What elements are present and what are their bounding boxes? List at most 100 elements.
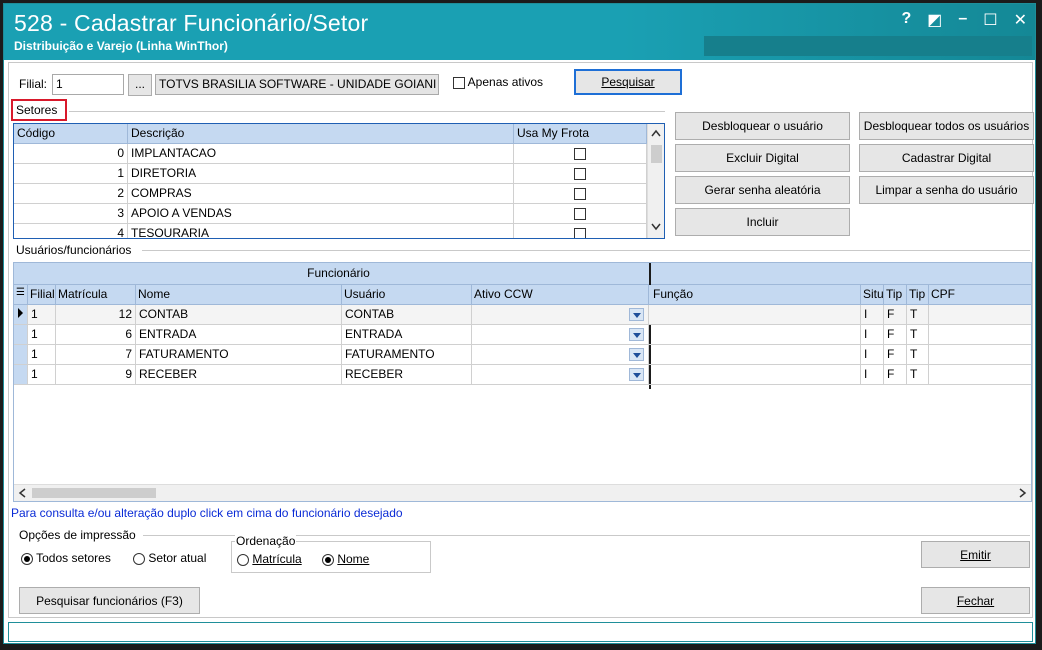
order-nome-radio[interactable] [322, 553, 334, 566]
dropdown-arrow-icon[interactable] [629, 308, 644, 321]
cell-filial: 1 [28, 325, 56, 344]
cell-cpf [929, 325, 1031, 344]
generate-random-password-button[interactable]: Gerar senha aleatória [675, 176, 850, 204]
order-nome-option[interactable]: Nome [322, 552, 369, 566]
cell-funcao [651, 365, 861, 384]
table-row[interactable]: 3 APOIO A VENDAS [14, 204, 647, 224]
table-row[interactable]: 4 TESOURARIA [14, 224, 647, 238]
table-row[interactable]: 1 7 FATURAMENTO FATURAMENTO I F T [14, 345, 1031, 365]
table-row[interactable]: 1 6 ENTRADA ENTRADA I F T [14, 325, 1031, 345]
cell-situ: I [861, 365, 884, 384]
main-window: 528 - Cadastrar Funcionário/Setor Distri… [3, 3, 1036, 644]
col-usuario[interactable]: Usuário [342, 285, 472, 304]
users-group-line [142, 250, 1030, 251]
cell-funcao [651, 345, 861, 364]
usa-my-frota-checkbox[interactable] [574, 187, 586, 200]
delete-fingerprint-button[interactable]: Excluir Digital [675, 144, 850, 172]
filial-lookup-button[interactable]: ... [128, 74, 152, 96]
filial-input[interactable]: 1 [52, 74, 124, 95]
cell-ativo-ccw[interactable] [472, 365, 649, 384]
column-chooser-icon[interactable]: ☰ [14, 285, 28, 304]
col-descricao[interactable]: Descrição [128, 124, 514, 143]
col-filial[interactable]: Filial [28, 285, 56, 304]
dropdown-arrow-icon[interactable] [629, 328, 644, 341]
col-cpf[interactable]: CPF [929, 285, 1031, 304]
setores-grid[interactable]: Código Descrição Usa My Frota 0 IMPLANTA… [13, 123, 665, 239]
cell-usa-my-frota [514, 204, 647, 223]
cell-descricao: COMPRAS [128, 184, 514, 203]
cell-descricao: IMPLANTACAO [128, 144, 514, 163]
cell-tip-1: F [884, 365, 907, 384]
unlock-user-button[interactable]: Desbloquear o usuário [675, 112, 850, 140]
cell-funcao [651, 325, 861, 344]
cell-usa-my-frota [514, 184, 647, 203]
users-grid[interactable]: Funcionário ☰ Filial Matrícula Nome Usuá… [13, 262, 1032, 502]
cell-nome: CONTAB [136, 305, 342, 324]
dropdown-arrow-icon[interactable] [629, 368, 644, 381]
col-codigo[interactable]: Código [14, 124, 128, 143]
cell-tip-2: T [907, 325, 929, 344]
only-active-option[interactable]: Apenas ativos [453, 75, 543, 89]
register-fingerprint-button[interactable]: Cadastrar Digital [859, 144, 1034, 172]
col-situ[interactable]: Situ [861, 285, 884, 304]
current-sector-option[interactable]: Setor atual [133, 551, 206, 565]
usa-my-frota-checkbox[interactable] [574, 227, 586, 238]
cell-cpf [929, 305, 1031, 324]
all-sectors-radio[interactable] [21, 552, 33, 565]
emit-button[interactable]: Emitir [921, 541, 1030, 568]
col-matricula[interactable]: Matrícula [56, 285, 136, 304]
only-active-label: Apenas ativos [467, 75, 544, 89]
cell-nome: RECEBER [136, 365, 342, 384]
table-row[interactable]: 1 DIRETORIA [14, 164, 647, 184]
col-funcao[interactable]: Função [651, 285, 861, 304]
col-tip-2[interactable]: Tip [907, 285, 929, 304]
col-nome[interactable]: Nome [136, 285, 342, 304]
close-button[interactable]: Fechar [921, 587, 1030, 614]
table-row[interactable]: 2 COMPRAS [14, 184, 647, 204]
usa-my-frota-checkbox[interactable] [574, 167, 586, 180]
all-sectors-option[interactable]: Todos setores [21, 551, 111, 565]
table-row[interactable]: 1 12 CONTAB CONTAB I F T [14, 305, 1031, 325]
search-employees-button[interactable]: Pesquisar funcionários (F3) [19, 587, 200, 614]
cell-ativo-ccw[interactable] [472, 305, 649, 324]
form-body: Filial: 1 ... TOTVS BRASILIA SOFTWARE - … [8, 62, 1034, 618]
restore-icon[interactable]: ◩ [927, 10, 942, 30]
window-title: 528 - Cadastrar Funcionário/Setor [14, 10, 369, 36]
users-horizontal-scrollbar[interactable] [14, 484, 1031, 501]
cell-filial: 1 [28, 365, 56, 384]
setores-vertical-scrollbar[interactable] [647, 124, 664, 238]
minimize-icon[interactable]: – [958, 10, 967, 30]
cell-matricula: 12 [56, 305, 136, 324]
usa-my-frota-checkbox[interactable] [574, 147, 586, 160]
cell-usa-my-frota [514, 164, 647, 183]
col-usa-my-frota[interactable]: Usa My Frota [514, 124, 647, 143]
cell-situ: I [861, 325, 884, 344]
cell-ativo-ccw[interactable] [472, 345, 649, 364]
dropdown-arrow-icon[interactable] [629, 348, 644, 361]
current-sector-radio[interactable] [133, 552, 145, 565]
cell-ativo-ccw[interactable] [472, 325, 649, 344]
only-active-checkbox[interactable] [453, 76, 465, 89]
table-row[interactable]: 1 9 RECEBER RECEBER I F T [14, 365, 1031, 385]
usa-my-frota-checkbox[interactable] [574, 207, 586, 220]
clear-user-password-button[interactable]: Limpar a senha do usuário [859, 176, 1034, 204]
table-row[interactable]: 0 IMPLANTACAO [14, 144, 647, 164]
order-matricula-option[interactable]: Matrícula [237, 552, 302, 566]
unlock-all-users-button[interactable]: Desbloquear todos os usuários [859, 112, 1034, 140]
cell-matricula: 9 [56, 365, 136, 384]
help-icon[interactable]: ? [901, 10, 911, 30]
filial-label: Filial: [19, 77, 48, 91]
cell-cpf [929, 365, 1031, 384]
setores-group-label: Setores [16, 103, 58, 117]
order-matricula-radio[interactable] [237, 553, 249, 566]
maximize-icon[interactable]: ☐ [983, 10, 997, 30]
close-icon[interactable]: ✕ [1014, 10, 1027, 30]
search-button[interactable]: Pesquisar [574, 69, 682, 95]
cell-descricao: APOIO A VENDAS [128, 204, 514, 223]
title-accent-bar [704, 36, 1032, 56]
company-name-field: TOTVS BRASILIA SOFTWARE - UNIDADE GOIANI [155, 74, 439, 95]
col-tip-1[interactable]: Tip [884, 285, 907, 304]
include-button[interactable]: Incluir [675, 208, 850, 236]
col-ativo-ccw[interactable]: Ativo CCW [472, 285, 649, 304]
cell-codigo: 2 [14, 184, 128, 203]
